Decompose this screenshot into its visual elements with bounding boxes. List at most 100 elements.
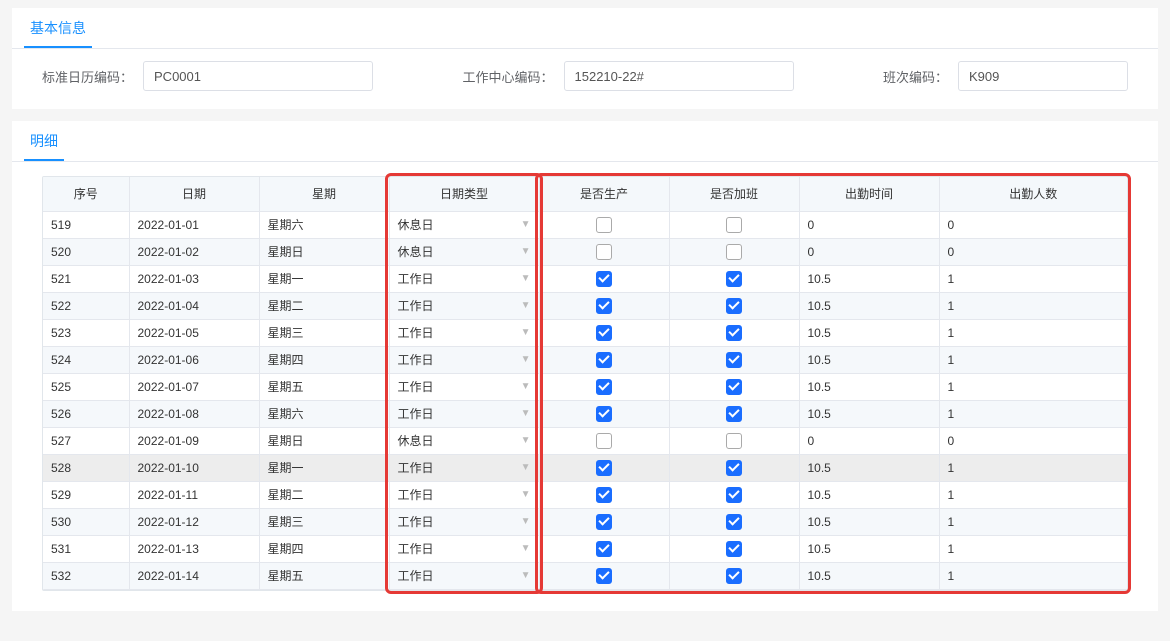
checkbox-is-produce[interactable] [596, 271, 612, 287]
date-type-value: 工作日 [398, 378, 434, 395]
cell-count: 0 [939, 211, 1127, 238]
checkbox-is-produce[interactable] [596, 487, 612, 503]
checkbox-is-produce[interactable] [596, 568, 612, 584]
checkbox-is-produce[interactable] [596, 433, 612, 449]
cell-type[interactable]: 休息日▼ [389, 211, 539, 238]
date-type-select[interactable]: 工作日▼ [398, 540, 531, 557]
cell-type[interactable]: 休息日▼ [389, 238, 539, 265]
date-type-select[interactable]: 休息日▼ [398, 243, 531, 260]
table-row[interactable]: 5262022-01-08星期六工作日▼10.51 [43, 400, 1127, 427]
checkbox-is-produce[interactable] [596, 298, 612, 314]
checkbox-is-produce[interactable] [596, 379, 612, 395]
table-row[interactable]: 5222022-01-04星期二工作日▼10.51 [43, 292, 1127, 319]
cell-type[interactable]: 工作日▼ [389, 319, 539, 346]
cell-type[interactable]: 工作日▼ [389, 265, 539, 292]
work-center-input[interactable] [564, 61, 794, 91]
date-type-select[interactable]: 工作日▼ [398, 351, 531, 368]
table-row[interactable]: 5282022-01-10星期一工作日▼10.51 [43, 454, 1127, 481]
checkbox-is-overtime[interactable] [726, 271, 742, 287]
cell-type[interactable]: 工作日▼ [389, 346, 539, 373]
checkbox-is-overtime[interactable] [726, 514, 742, 530]
table-row[interactable]: 5242022-01-06星期四工作日▼10.51 [43, 346, 1127, 373]
table-row[interactable]: 5212022-01-03星期一工作日▼10.51 [43, 265, 1127, 292]
date-type-value: 工作日 [398, 486, 434, 503]
cell-hours: 10.5 [799, 562, 939, 589]
date-type-value: 工作日 [398, 351, 434, 368]
checkbox-is-overtime[interactable] [726, 217, 742, 233]
date-type-select[interactable]: 休息日▼ [398, 432, 531, 449]
checkbox-is-overtime[interactable] [726, 244, 742, 260]
table-row[interactable]: 5292022-01-11星期二工作日▼10.51 [43, 481, 1127, 508]
table-row[interactable]: 5302022-01-12星期三工作日▼10.51 [43, 508, 1127, 535]
date-type-value: 休息日 [398, 243, 434, 260]
table-row[interactable]: 5312022-01-13星期四工作日▼10.51 [43, 535, 1127, 562]
checkbox-is-produce-cell [539, 211, 669, 238]
checkbox-is-produce[interactable] [596, 406, 612, 422]
cell-type[interactable]: 工作日▼ [389, 454, 539, 481]
date-type-select[interactable]: 工作日 ▼ [398, 378, 531, 395]
checkbox-is-produce-cell [539, 400, 669, 427]
checkbox-is-overtime[interactable] [726, 379, 742, 395]
header-hours: 出勤时间 [799, 177, 939, 211]
shift-code-input[interactable] [958, 61, 1128, 91]
date-type-select[interactable]: 工作日▼ [398, 270, 531, 287]
table-row[interactable]: 5202022-01-02星期日休息日▼00 [43, 238, 1127, 265]
table-row[interactable]: 5232022-01-05星期三工作日▼10.51 [43, 319, 1127, 346]
date-type-select[interactable]: 工作日▼ [398, 459, 531, 476]
cell-seq: 527 [43, 427, 129, 454]
table-row[interactable]: 5252022-01-07星期五工作日▼10.51 [43, 373, 1127, 400]
checkbox-is-overtime[interactable] [726, 541, 742, 557]
cell-type[interactable]: 工作日▼ [389, 481, 539, 508]
chevron-down-icon: ▼ [521, 409, 531, 419]
date-type-select[interactable]: 工作日▼ [398, 405, 531, 422]
chevron-down-icon: ▼ [521, 382, 531, 392]
date-type-value: 工作日 [398, 513, 434, 530]
cell-hours: 10.5 [799, 400, 939, 427]
checkbox-is-overtime-cell [669, 400, 799, 427]
cell-type[interactable]: 工作日▼ [389, 562, 539, 589]
table-row[interactable]: 5272022-01-09星期日休息日▼00 [43, 427, 1127, 454]
checkbox-is-overtime[interactable] [726, 325, 742, 341]
chevron-down-icon: ▼ [521, 274, 531, 284]
cell-type[interactable]: 休息日▼ [389, 427, 539, 454]
date-type-select[interactable]: 休息日▼ [398, 216, 531, 233]
cell-seq: 522 [43, 292, 129, 319]
checkbox-is-overtime[interactable] [726, 406, 742, 422]
cell-type[interactable]: 工作日▼ [389, 292, 539, 319]
checkbox-is-overtime-cell [669, 238, 799, 265]
checkbox-is-produce-cell [539, 427, 669, 454]
checkbox-is-overtime[interactable] [726, 568, 742, 584]
date-type-select[interactable]: 工作日▼ [398, 513, 531, 530]
form-item-shift-code: 班次编码： [883, 61, 1128, 91]
checkbox-is-produce[interactable] [596, 514, 612, 530]
cell-type[interactable]: 工作日▼ [389, 508, 539, 535]
checkbox-is-produce[interactable] [596, 460, 612, 476]
checkbox-is-overtime[interactable] [726, 460, 742, 476]
checkbox-is-overtime[interactable] [726, 433, 742, 449]
date-type-select[interactable]: 工作日▼ [398, 567, 531, 584]
header-is-produce: 是否生产 [539, 177, 669, 211]
tab-detail[interactable]: 明细 [24, 121, 64, 161]
cell-type[interactable]: 工作日▼ [389, 535, 539, 562]
checkbox-is-overtime[interactable] [726, 298, 742, 314]
table-row[interactable]: 5322022-01-14星期五工作日▼10.51 [43, 562, 1127, 589]
calendar-code-input[interactable] [143, 61, 373, 91]
cell-date: 2022-01-11 [129, 481, 259, 508]
cell-type[interactable]: 工作日▼ [389, 400, 539, 427]
cell-type[interactable]: 工作日 ▼ [389, 373, 539, 400]
checkbox-is-produce[interactable] [596, 541, 612, 557]
header-date: 日期 [129, 177, 259, 211]
date-type-select[interactable]: 工作日▼ [398, 297, 531, 314]
checkbox-is-produce[interactable] [596, 217, 612, 233]
checkbox-is-produce[interactable] [596, 325, 612, 341]
date-type-select[interactable]: 工作日▼ [398, 324, 531, 341]
table-row[interactable]: 5192022-01-01星期六休息日▼00 [43, 211, 1127, 238]
cell-count: 1 [939, 292, 1127, 319]
checkbox-is-overtime[interactable] [726, 352, 742, 368]
checkbox-is-produce[interactable] [596, 352, 612, 368]
checkbox-is-produce[interactable] [596, 244, 612, 260]
tab-basic-info[interactable]: 基本信息 [24, 8, 92, 48]
date-type-select[interactable]: 工作日▼ [398, 486, 531, 503]
checkbox-is-overtime[interactable] [726, 487, 742, 503]
form-item-calendar-code: 标准日历编码： [42, 61, 423, 91]
